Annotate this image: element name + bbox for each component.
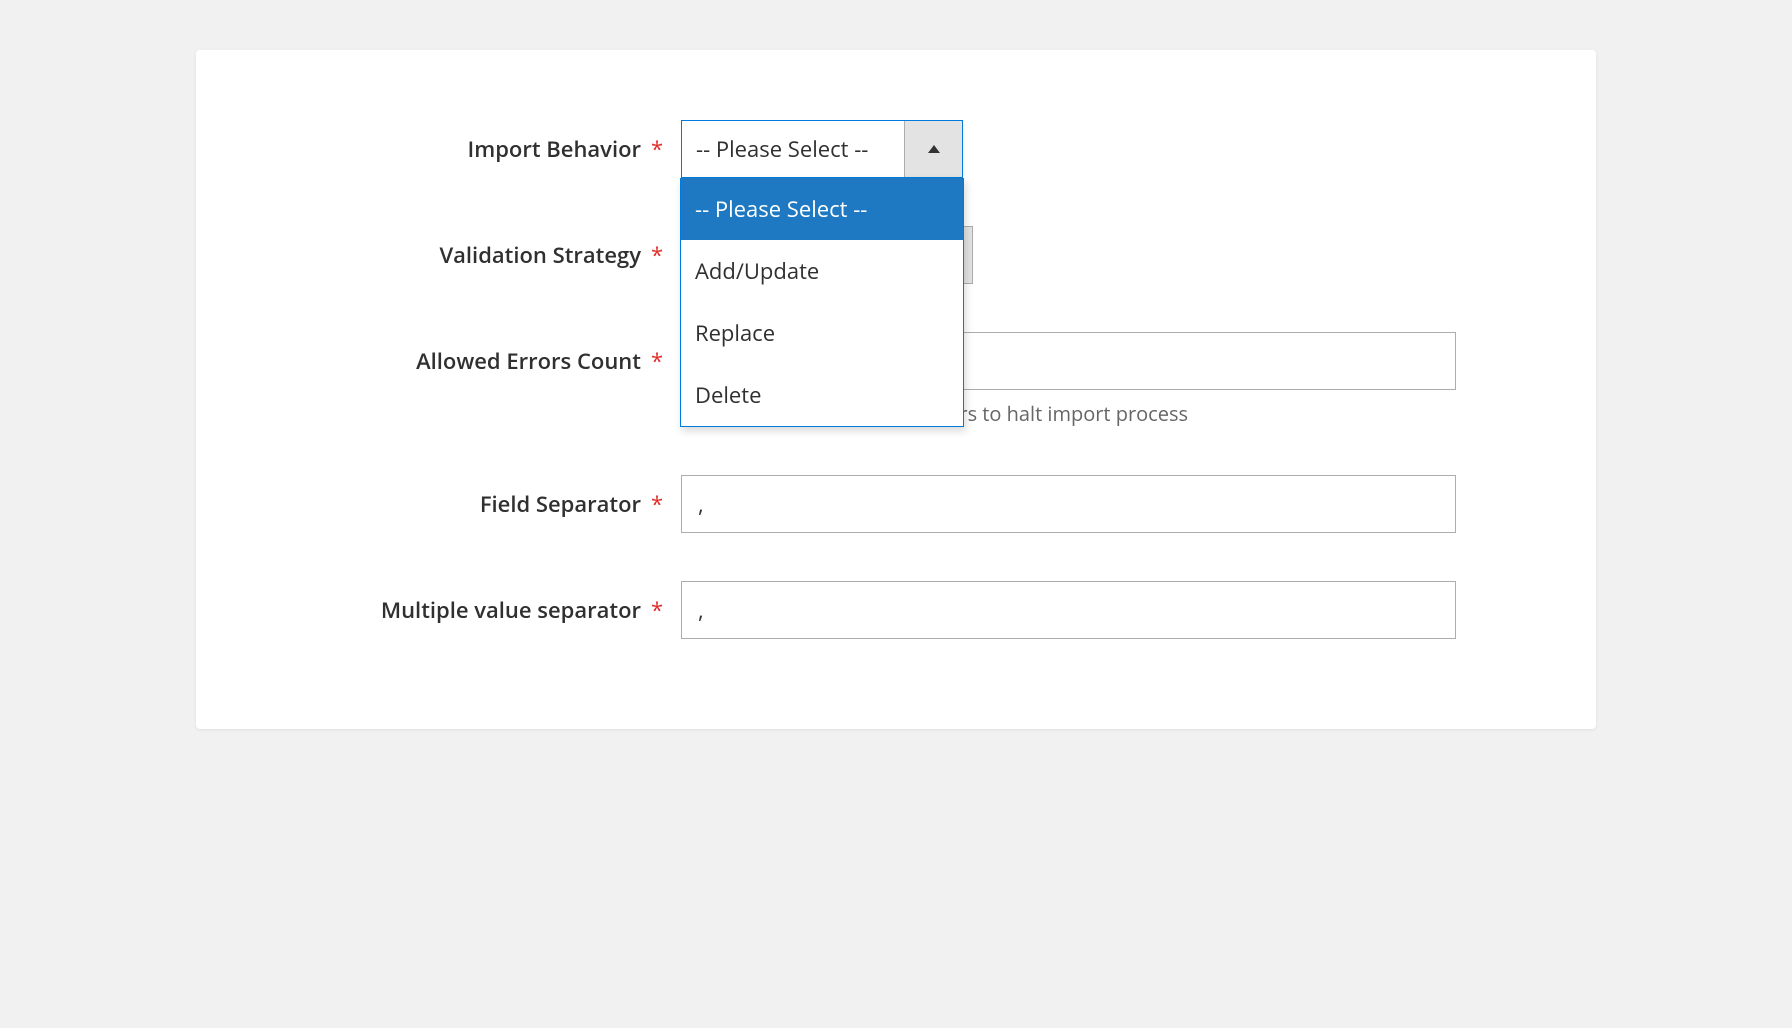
required-asterisk: *	[651, 226, 681, 270]
required-asterisk: *	[651, 120, 681, 164]
multiple-value-separator-row: Multiple value separator *	[256, 581, 1536, 639]
allowed-errors-count-label: Allowed Errors Count	[256, 332, 651, 376]
required-asterisk: *	[651, 581, 681, 625]
dropdown-option-delete[interactable]: Delete	[681, 364, 963, 426]
import-behavior-field: -- Please Select -- -- Please Select -- …	[681, 120, 1536, 178]
form-card: Import Behavior * -- Please Select -- --…	[196, 50, 1596, 729]
field-separator-label: Field Separator	[256, 475, 651, 519]
import-behavior-row: Import Behavior * -- Please Select -- --…	[256, 120, 1536, 178]
multiple-value-separator-field	[681, 581, 1536, 639]
import-behavior-select-wrapper: -- Please Select -- -- Please Select -- …	[681, 120, 963, 178]
import-behavior-label: Import Behavior	[256, 120, 651, 164]
dropdown-option-add-update[interactable]: Add/Update	[681, 240, 963, 302]
multiple-value-separator-input[interactable]	[681, 581, 1456, 639]
import-behavior-select[interactable]: -- Please Select --	[681, 120, 963, 178]
caret-up-icon	[927, 144, 941, 154]
dropdown-option-replace[interactable]: Replace	[681, 302, 963, 364]
required-asterisk: *	[651, 332, 681, 376]
field-separator-input[interactable]	[681, 475, 1456, 533]
multiple-value-separator-label: Multiple value separator	[256, 581, 651, 625]
import-behavior-selected-value: -- Please Select --	[682, 121, 904, 177]
import-behavior-dropdown: -- Please Select -- Add/Update Replace D…	[680, 178, 964, 427]
dropdown-option-please-select[interactable]: -- Please Select --	[681, 178, 963, 240]
validation-strategy-label: Validation Strategy	[256, 226, 651, 270]
required-asterisk: *	[651, 475, 681, 519]
select-arrow-button[interactable]	[904, 121, 962, 177]
field-separator-row: Field Separator *	[256, 475, 1536, 533]
field-separator-field	[681, 475, 1536, 533]
